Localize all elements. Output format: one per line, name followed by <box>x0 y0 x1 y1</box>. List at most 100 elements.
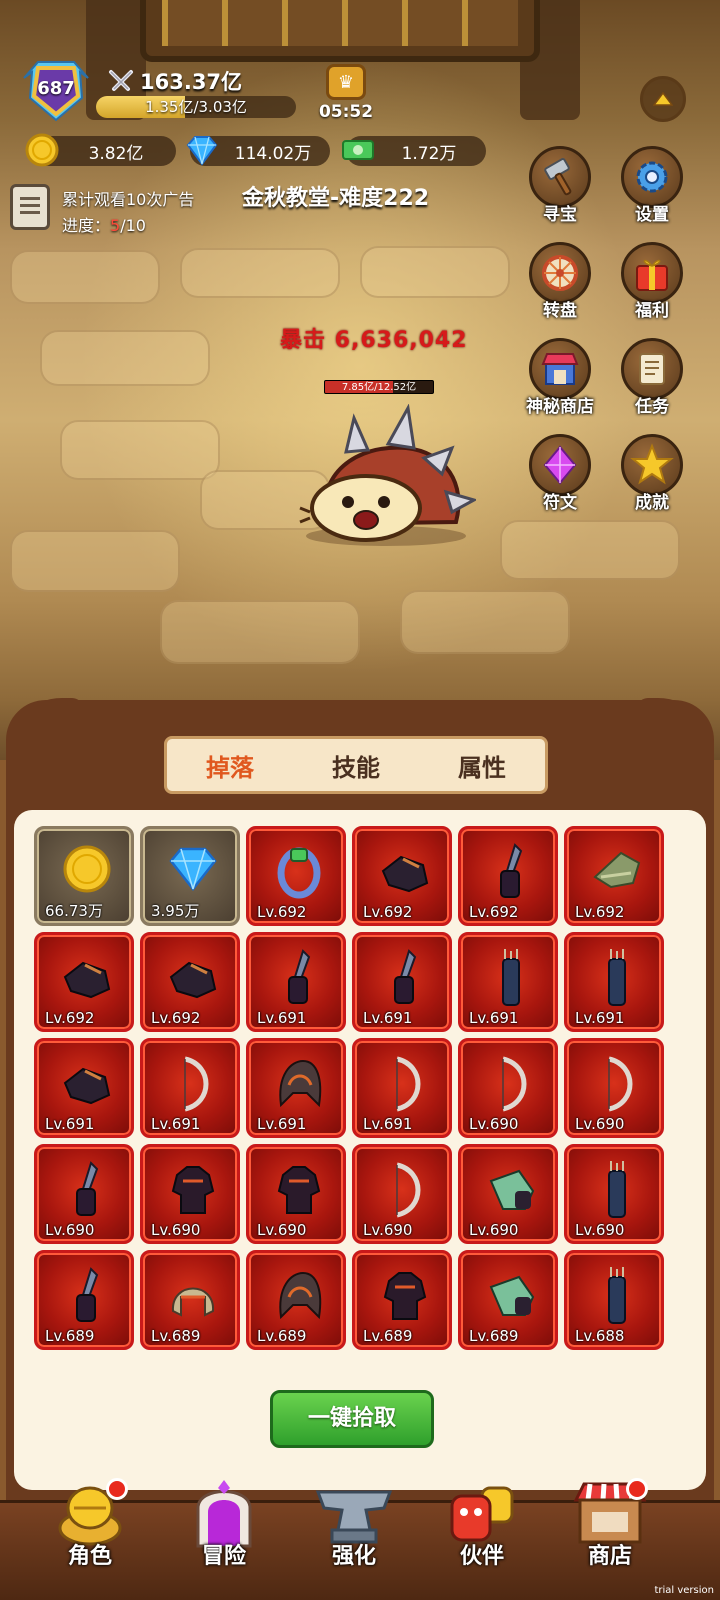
loot-item[interactable]: Lv.691 <box>34 1038 134 1138</box>
chest-timer-icon: ♛ <box>326 64 366 100</box>
hedgehog-monster[interactable] <box>296 404 476 554</box>
loot-item-label: Lv.689 <box>257 1327 307 1345</box>
loot-item[interactable]: Lv.690 <box>564 1144 664 1244</box>
loot-item[interactable]: Lv.689 <box>458 1250 558 1350</box>
notification-dot <box>626 1478 648 1500</box>
loot-item[interactable]: 66.73万 <box>34 826 134 926</box>
tab-attributes[interactable]: 属性 <box>450 748 514 783</box>
loot-item-label: Lv.692 <box>257 903 307 921</box>
gold-currency[interactable]: 3.82亿 <box>25 133 176 167</box>
loot-item-label: Lv.692 <box>151 1009 201 1027</box>
loot-item[interactable]: Lv.690 <box>34 1144 134 1244</box>
loot-item[interactable]: Lv.690 <box>352 1144 452 1244</box>
loot-item-label: 66.73万 <box>45 902 103 920</box>
loot-item[interactable]: Lv.690 <box>458 1144 558 1244</box>
loot-item[interactable]: Lv.689 <box>34 1250 134 1350</box>
side-button-tasks[interactable]: 任务 <box>612 338 692 417</box>
floor-stone <box>10 250 160 304</box>
loot-item-label: Lv.688 <box>575 1327 625 1345</box>
loot-item[interactable]: Lv.691 <box>564 932 664 1032</box>
armor-icon <box>167 1161 219 1219</box>
player-level-badge[interactable]: 687 <box>20 58 92 124</box>
side-button-welfare[interactable]: 福利 <box>612 242 692 321</box>
loot-item[interactable]: Lv.690 <box>140 1144 240 1244</box>
loot-item-label: Lv.690 <box>575 1221 625 1239</box>
gauntlet-icon <box>167 949 219 1007</box>
floor-stone <box>60 420 220 480</box>
exp-bar: 1.35亿/3.03亿 <box>96 96 296 118</box>
loot-item[interactable]: Lv.690 <box>246 1144 346 1244</box>
tab-drops[interactable]: 掉落 <box>198 748 262 783</box>
side-button-mystery-shop[interactable]: 神秘商店 <box>520 338 600 417</box>
loot-item[interactable]: Lv.688 <box>564 1250 664 1350</box>
panel-tab-bar: 掉落 技能 属性 <box>164 736 548 794</box>
nav-companion[interactable]: 伙伴 <box>432 1478 532 1570</box>
combat-power-value: 163.37亿 <box>140 70 243 94</box>
diamond-currency[interactable]: 114.02万 <box>186 136 330 166</box>
floor-stone <box>360 246 510 298</box>
loot-item[interactable]: Lv.692 <box>458 826 558 926</box>
nav-character[interactable]: 角色 <box>40 1478 140 1570</box>
tab-skills[interactable]: 技能 <box>324 748 388 783</box>
cash-currency[interactable]: 1.72万 <box>342 136 486 166</box>
quest-progress: 进度：5/10 <box>62 212 146 236</box>
loot-item[interactable]: Lv.691 <box>458 932 558 1032</box>
glove-icon <box>485 1267 537 1325</box>
hood-icon <box>273 1267 325 1325</box>
quest-clipboard-icon[interactable] <box>10 184 50 230</box>
floor-stone <box>160 600 360 664</box>
armor-icon <box>273 1161 325 1219</box>
collapse-menu-button[interactable] <box>640 76 686 122</box>
loot-item[interactable]: Lv.692 <box>140 932 240 1032</box>
loot-item-label: Lv.691 <box>45 1115 95 1133</box>
loot-item[interactable]: Lv.692 <box>352 826 452 926</box>
loot-item[interactable]: Lv.690 <box>564 1038 664 1138</box>
loot-item[interactable]: Lv.691 <box>246 932 346 1032</box>
floor-stone <box>40 330 210 386</box>
loot-item[interactable]: Lv.691 <box>246 1038 346 1138</box>
loot-grid[interactable]: 66.73万 3.95万 Lv.692 Lv.692 Lv.692 Lv.692 Lv.69… <box>34 826 686 1366</box>
loot-item[interactable]: Lv.690 <box>458 1038 558 1138</box>
floor-stone <box>10 530 180 592</box>
pickup-all-button[interactable]: 一键拾取 <box>270 1390 434 1448</box>
side-button-rune[interactable]: 符文 <box>520 434 600 513</box>
loot-item[interactable]: Lv.692 <box>564 826 664 926</box>
gear-icon <box>636 161 668 193</box>
side-button-wheel[interactable]: 转盘 <box>520 242 600 321</box>
timer-text: 05:52 <box>318 102 374 122</box>
loot-item[interactable]: Lv.692 <box>246 826 346 926</box>
gauntlet-icon <box>61 1055 113 1113</box>
loot-item[interactable]: Lv.691 <box>140 1038 240 1138</box>
loot-item[interactable]: Lv.691 <box>352 1038 452 1138</box>
loot-item-label: Lv.690 <box>45 1221 95 1239</box>
nav-enhance[interactable]: 强化 <box>304 1478 404 1570</box>
loot-item-label: Lv.690 <box>257 1221 307 1239</box>
loot-item[interactable]: 3.95万 <box>140 826 240 926</box>
nav-store[interactable]: 商店 <box>560 1478 660 1570</box>
quiver-icon <box>591 1267 643 1325</box>
critical-damage-text: 暴击 6,636,042 <box>280 328 468 353</box>
dagger-icon <box>485 843 537 901</box>
side-button-treasure[interactable]: 寻宝 <box>520 146 600 225</box>
gold-coin-icon <box>25 133 59 167</box>
side-button-label: 成就 <box>635 493 669 513</box>
quiver-icon <box>591 1161 643 1219</box>
side-button-achievement[interactable]: 成就 <box>612 434 692 513</box>
diamond-icon <box>167 843 219 901</box>
loot-item-label: 3.95万 <box>151 902 200 920</box>
loot-item[interactable]: Lv.689 <box>140 1250 240 1350</box>
loot-item-label: Lv.692 <box>45 1009 95 1027</box>
side-button-settings[interactable]: 设置 <box>612 146 692 225</box>
loot-item[interactable]: Lv.689 <box>352 1250 452 1350</box>
quest-title[interactable]: 累计观看10次广告 <box>62 186 194 210</box>
loot-item[interactable]: Lv.689 <box>246 1250 346 1350</box>
loot-item[interactable]: Lv.691 <box>352 932 452 1032</box>
timer-button[interactable]: ♛ 05:52 <box>310 64 382 122</box>
wheel-icon <box>542 255 578 291</box>
bow-icon <box>379 1161 431 1219</box>
nav-adventure[interactable]: 冒险 <box>174 1478 274 1570</box>
gauntlet-icon <box>379 843 431 901</box>
shop-icon <box>541 353 579 385</box>
loot-item[interactable]: Lv.692 <box>34 932 134 1032</box>
loot-item-label: Lv.691 <box>257 1115 307 1133</box>
